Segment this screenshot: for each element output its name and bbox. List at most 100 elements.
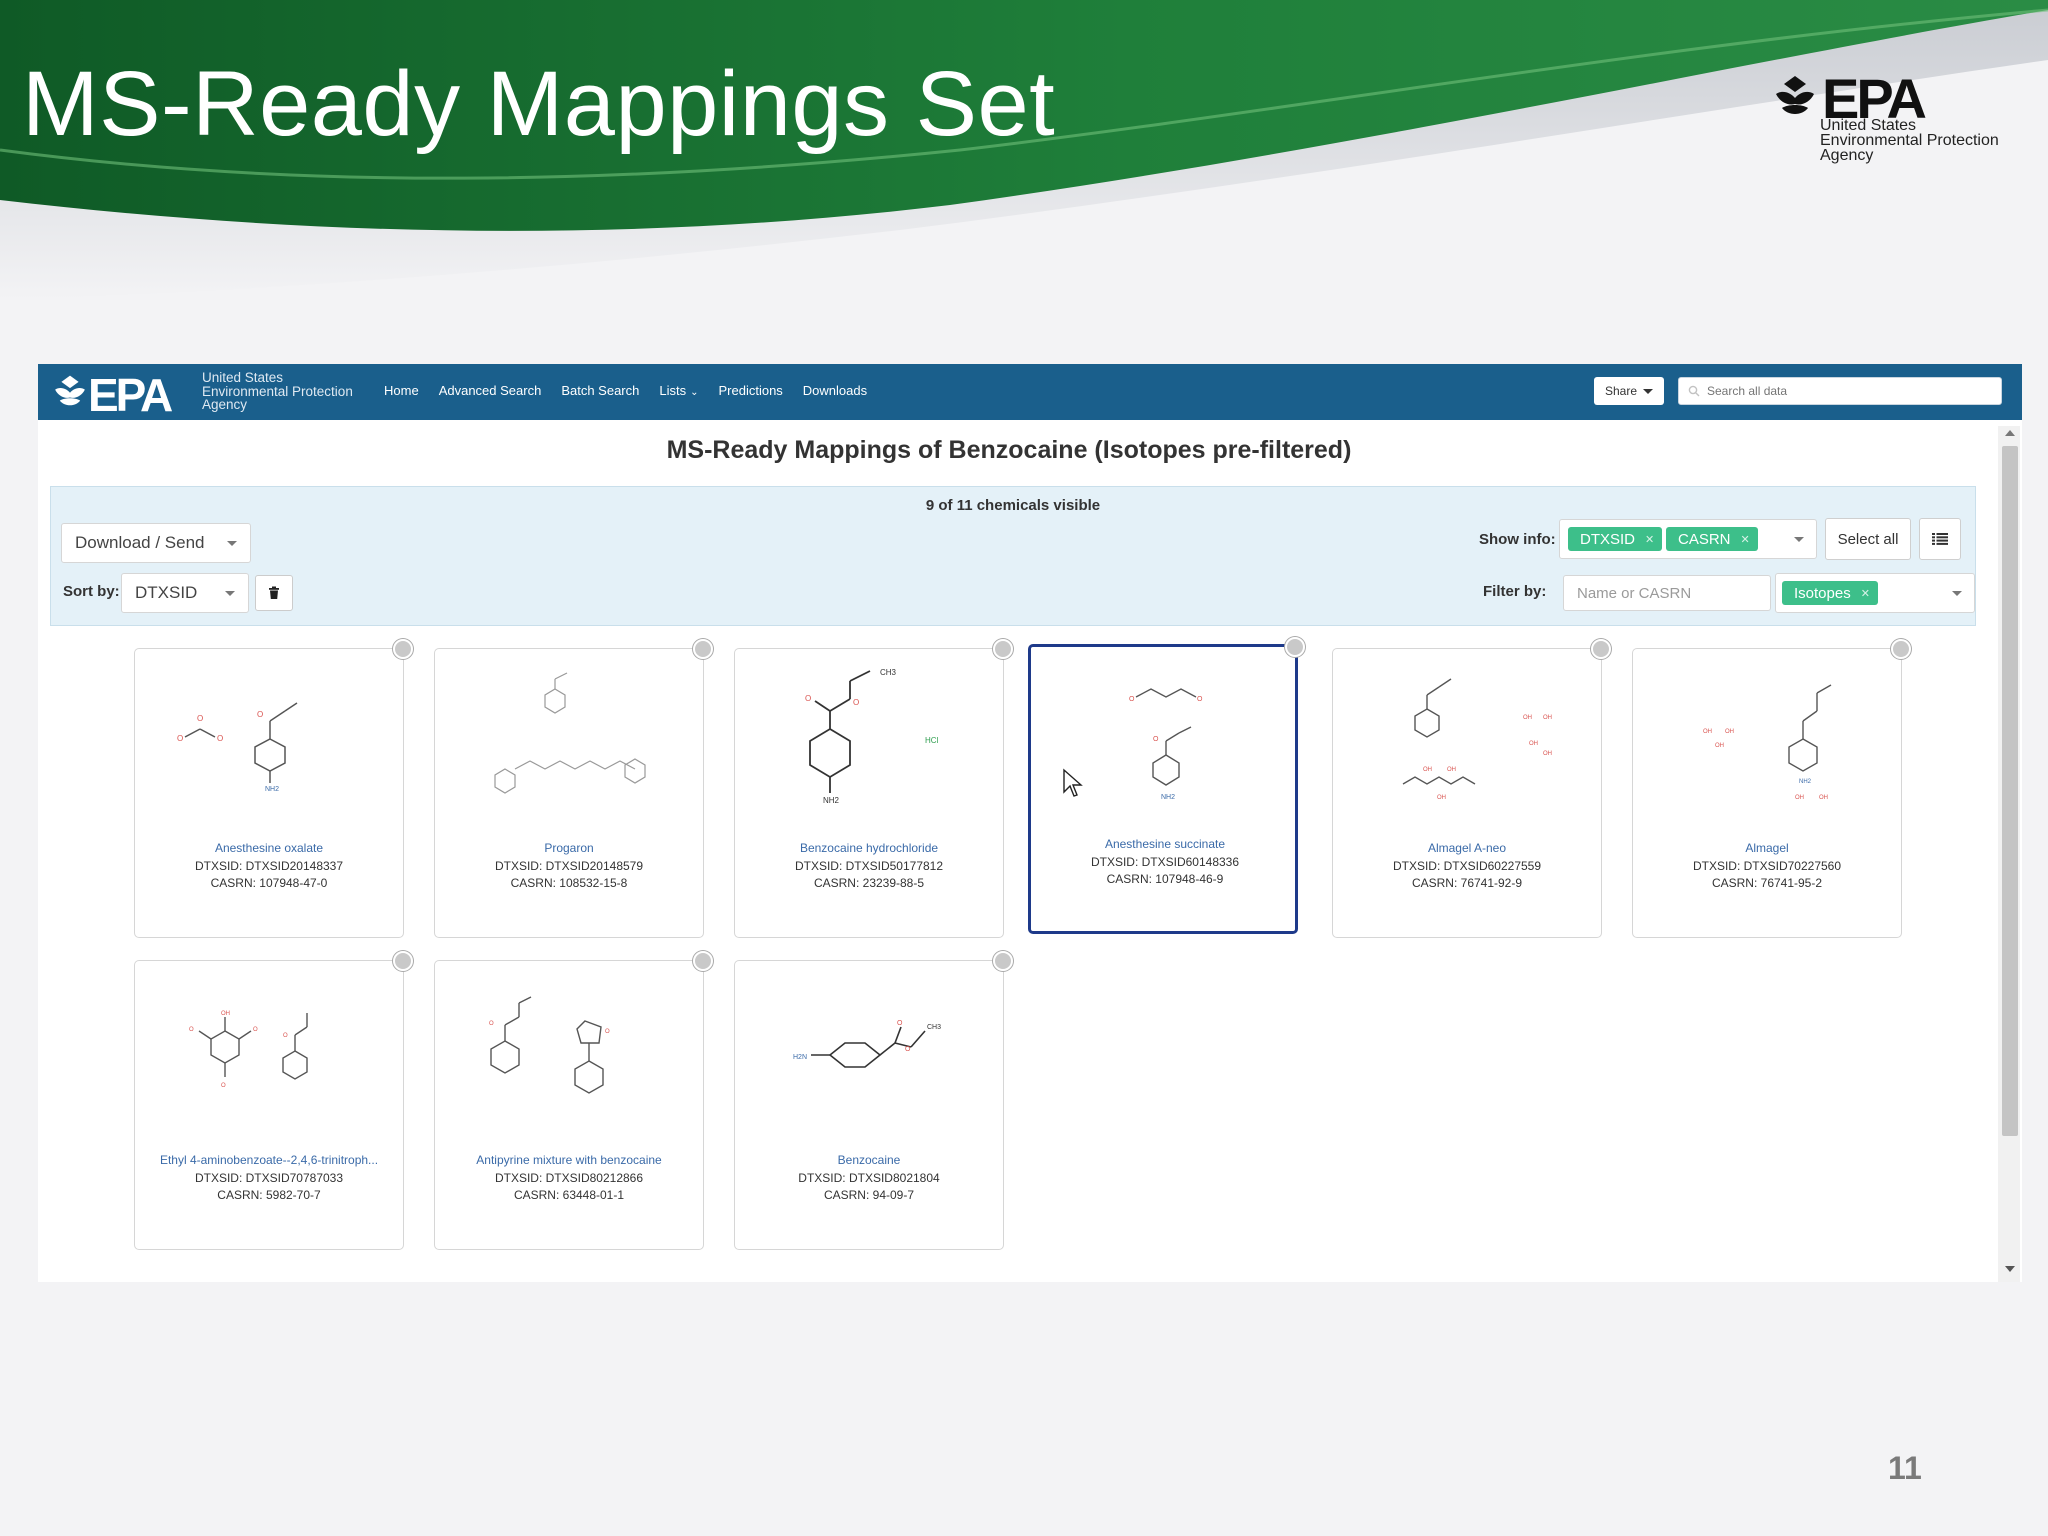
nav-links: Home Advanced Search Batch Search Lists ⌄… (384, 383, 887, 398)
card-name-link[interactable]: Progaron (441, 841, 697, 855)
nav-link-home[interactable]: Home (384, 383, 419, 398)
svg-text:O: O (1197, 696, 1203, 703)
show-info-tag-casrn[interactable]: CASRN ✕ (1666, 527, 1758, 551)
chemical-structure-image (494, 672, 646, 794)
nav-link-advanced-search[interactable]: Advanced Search (439, 383, 542, 398)
card-name-link[interactable]: Almagel A-neo (1339, 841, 1595, 855)
nav-epa-logo[interactable]: EPA United States Environmental Protecti… (52, 368, 372, 421)
epa-logo: EPA United States Environmental Protecti… (1772, 67, 2012, 170)
filter-by-select[interactable]: Isotopes ✕ (1775, 573, 1975, 613)
epa-flower-icon (1776, 76, 1814, 114)
card-select-radio[interactable] (993, 639, 1013, 659)
filter-name-input[interactable] (1563, 575, 1771, 611)
trash-icon (269, 586, 279, 599)
svg-text:OH: OH (1529, 741, 1538, 747)
nav-epa-wordmark: EPA (88, 369, 173, 421)
svg-text:O: O (217, 734, 223, 743)
nav-link-downloads[interactable]: Downloads (803, 383, 867, 398)
chemical-structure-image: OH OH OH OH OH OH OH (1402, 678, 1552, 801)
svg-text:OH: OH (1725, 729, 1734, 735)
chemical-card[interactable]: H2N CH3 O O Benzocaine DTXSID: DTXSID8021… (734, 951, 1013, 1250)
card-select-radio[interactable] (693, 951, 713, 971)
card-dtxsid: DTXSID: DTXSID70787033 (194, 1171, 344, 1185)
svg-text:OH: OH (1523, 715, 1532, 721)
sort-by-select[interactable]: DTXSID (121, 573, 249, 613)
svg-text:O: O (189, 1027, 194, 1033)
chemical-card[interactable]: Progaron DTXSID: DTXSID20148579 CASRN: 1… (434, 639, 713, 938)
card-name-link[interactable]: Anesthesine oxalate (141, 841, 397, 855)
global-search-input[interactable] (1678, 377, 2002, 405)
epa-flower-icon (55, 375, 85, 406)
filter-by-label: Filter by: (1483, 583, 1547, 600)
tag-label: Isotopes (1794, 584, 1851, 602)
card-dtxsid: DTXSID: DTXSID60148336 (1090, 855, 1240, 869)
close-icon[interactable]: ✕ (1645, 533, 1654, 546)
navbar: EPA United States Environmental Protecti… (38, 364, 2022, 421)
chemical-card[interactable]: OO CH3 HCl NH2 Benzocaine hydrochloride … (734, 639, 1013, 938)
card-name-link[interactable]: Antipyrine mixture with benzocaine (441, 1153, 697, 1167)
svg-text:OH: OH (1543, 751, 1552, 757)
card-name-link[interactable]: Anesthesine succinate (1037, 837, 1293, 851)
chevron-down-icon: ⌄ (690, 387, 699, 398)
download-send-dropdown[interactable]: Download / Send (61, 523, 251, 563)
scroll-down-arrow-icon[interactable] (2005, 1266, 2015, 1272)
scroll-up-arrow-icon[interactable] (2005, 430, 2015, 436)
card-select-radio[interactable] (993, 951, 1013, 971)
svg-text:CH3: CH3 (880, 668, 897, 677)
card-dtxsid: DTXSID: DTXSID80212866 (494, 1171, 644, 1185)
card-select-radio[interactable] (1285, 637, 1305, 657)
search-icon (1688, 385, 1700, 397)
scrollbar-thumb[interactable] (2002, 446, 2018, 1136)
svg-text:O: O (489, 1021, 494, 1027)
list-view-button[interactable] (1919, 518, 1961, 560)
card-select-radio[interactable] (393, 951, 413, 971)
card-dtxsid: DTXSID: DTXSID20148337 (194, 859, 344, 873)
share-label: Share (1604, 384, 1638, 398)
svg-text:O: O (197, 714, 203, 723)
visible-count: 9 of 11 chemicals visible (925, 497, 1101, 514)
nav-epa-agency: United States Environmental Protection A… (202, 370, 353, 412)
svg-text:OH: OH (1543, 715, 1552, 721)
chemical-card[interactable]: O O O O NH2 Anesthesine oxalate DTXSID: DTX… (134, 639, 413, 938)
card-name-link[interactable]: Benzocaine hydrochloride (741, 841, 997, 855)
svg-text:O: O (257, 710, 263, 719)
svg-text:O: O (853, 698, 859, 707)
nav-link-lists[interactable]: Lists ⌄ (659, 383, 698, 398)
share-button[interactable]: Share (1594, 377, 1664, 405)
delete-button[interactable] (255, 575, 293, 611)
svg-text:OH: OH (1423, 767, 1432, 773)
card-casrn: CASRN: 63448-01-1 (513, 1188, 625, 1202)
card-select-radio[interactable] (1891, 639, 1911, 659)
filter-tag-isotopes[interactable]: Isotopes ✕ (1782, 581, 1878, 605)
close-icon[interactable]: ✕ (1861, 587, 1870, 600)
svg-text:NH2: NH2 (823, 796, 840, 805)
nav-link-batch-search[interactable]: Batch Search (561, 383, 639, 398)
card-select-radio[interactable] (1591, 639, 1611, 659)
sort-by-value: DTXSID (135, 583, 198, 602)
svg-text:O: O (805, 694, 811, 703)
tag-label: DTXSID (1580, 530, 1636, 548)
select-all-button[interactable]: Select all (1825, 518, 1911, 560)
show-info-tag-dtxsid[interactable]: DTXSID ✕ (1568, 527, 1663, 551)
card-name-link[interactable]: Benzocaine (741, 1153, 997, 1167)
svg-text:OH: OH (1715, 743, 1724, 749)
card-dtxsid: DTXSID: DTXSID8021804 (798, 1171, 940, 1185)
slide-title: MS-Ready Mappings Set (22, 53, 1056, 155)
svg-text:NH2: NH2 (1161, 794, 1175, 801)
chemical-card[interactable]: OH OH OH OH OH NH2 Almagel DTXSID: DTXSID702… (1632, 639, 1911, 938)
svg-text:O: O (283, 1033, 288, 1039)
page-number: 11 (1888, 1450, 1922, 1486)
chemical-card[interactable]: OO Antipyrine mixture with benzocaine DT… (434, 951, 713, 1250)
card-select-radio[interactable] (393, 639, 413, 659)
svg-text:HCl: HCl (925, 736, 939, 745)
nav-link-predictions[interactable]: Predictions (718, 383, 782, 398)
chemical-structure-image: OH O O O O (189, 1011, 308, 1089)
chemical-card[interactable]: OH O O O O Ethyl 4-aminobenzoate--2,4,6-trin… (134, 951, 413, 1250)
chemical-card[interactable]: OH OH OH OH OH OH OH Almagel A-neo DTXSID: DT… (1332, 639, 1611, 938)
close-icon[interactable]: ✕ (1741, 533, 1750, 546)
card-select-radio[interactable] (693, 639, 713, 659)
card-name-link[interactable]: Ethyl 4-aminobenzoate--2,4,6-trinitroph.… (141, 1153, 397, 1167)
caret-down-icon (1952, 591, 1962, 596)
show-info-select[interactable]: DTXSID ✕ CASRN ✕ (1559, 519, 1817, 559)
card-name-link[interactable]: Almagel (1639, 841, 1895, 855)
